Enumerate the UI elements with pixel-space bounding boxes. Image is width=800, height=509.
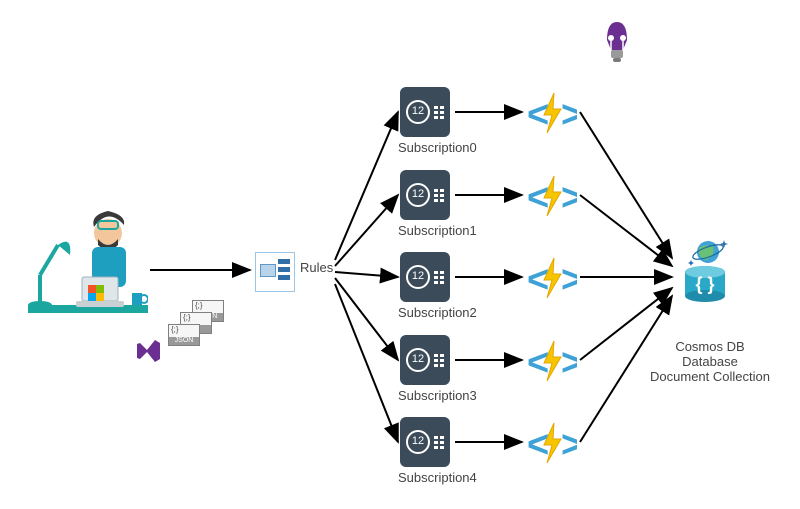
svg-text:{ }: { }: [695, 274, 714, 294]
clock-icon: 12: [406, 348, 430, 372]
calendar-grid-icon: [434, 106, 444, 119]
azure-function-2-icon: < >: [527, 252, 577, 302]
svg-text:>: >: [561, 177, 577, 219]
svg-text:>: >: [561, 259, 577, 301]
file-type-tag: JSON: [169, 337, 199, 345]
svg-text:>: >: [561, 424, 577, 466]
cosmos-db-label-line3: Document Collection: [640, 370, 780, 385]
calendar-grid-icon: [434, 189, 444, 202]
file-code-glyph: {;}: [181, 313, 211, 322]
azure-function-0-icon: < >: [527, 87, 577, 137]
calendar-grid-icon: [434, 436, 444, 449]
azure-function-3-icon: < >: [527, 335, 577, 385]
subscription-0-label: Subscription0: [398, 140, 477, 155]
azure-function-4-icon: < >: [527, 417, 577, 467]
clock-icon: 12: [406, 265, 430, 289]
rules-label: Rules: [300, 260, 333, 275]
cosmos-db-label: Cosmos DB Database Document Collection: [640, 340, 780, 385]
code-documents-icon: {;} JSON {;} JS {;} JSON: [168, 300, 228, 350]
architecture-diagram: {;} JSON {;} JS {;} JSON Rules 12 Subscr…: [0, 0, 800, 509]
svg-text:>: >: [561, 94, 577, 136]
lightbulb-idea-icon: [593, 14, 641, 66]
json-file-icon: {;} JSON: [168, 324, 200, 346]
svg-text:>: >: [561, 342, 577, 384]
developer-illustration: [28, 205, 148, 320]
visual-studio-icon: [135, 338, 161, 364]
subscription-3-icon: 12: [400, 335, 450, 385]
subscription-4-icon: 12: [400, 417, 450, 467]
clock-icon: 12: [406, 100, 430, 124]
calendar-grid-icon: [434, 354, 444, 367]
subscription-0-icon: 12: [400, 87, 450, 137]
clock-icon: 12: [406, 183, 430, 207]
subscription-4-label: Subscription4: [398, 470, 477, 485]
subscription-2-label: Subscription2: [398, 305, 477, 320]
subscription-3-label: Subscription3: [398, 388, 477, 403]
subscription-1-icon: 12: [400, 170, 450, 220]
calendar-grid-icon: [434, 271, 444, 284]
file-code-glyph: {;}: [169, 325, 199, 334]
file-code-glyph: {;}: [193, 301, 223, 310]
cosmos-db-label-line1: Cosmos DB: [640, 340, 780, 355]
subscription-2-icon: 12: [400, 252, 450, 302]
subscription-1-label: Subscription1: [398, 223, 477, 238]
cosmos-db-icon: { }: [680, 238, 730, 303]
cosmos-db-label-line2: Database: [640, 355, 780, 370]
service-bus-topic-icon: [255, 252, 295, 292]
clock-icon: 12: [406, 430, 430, 454]
azure-function-1-icon: < >: [527, 170, 577, 220]
